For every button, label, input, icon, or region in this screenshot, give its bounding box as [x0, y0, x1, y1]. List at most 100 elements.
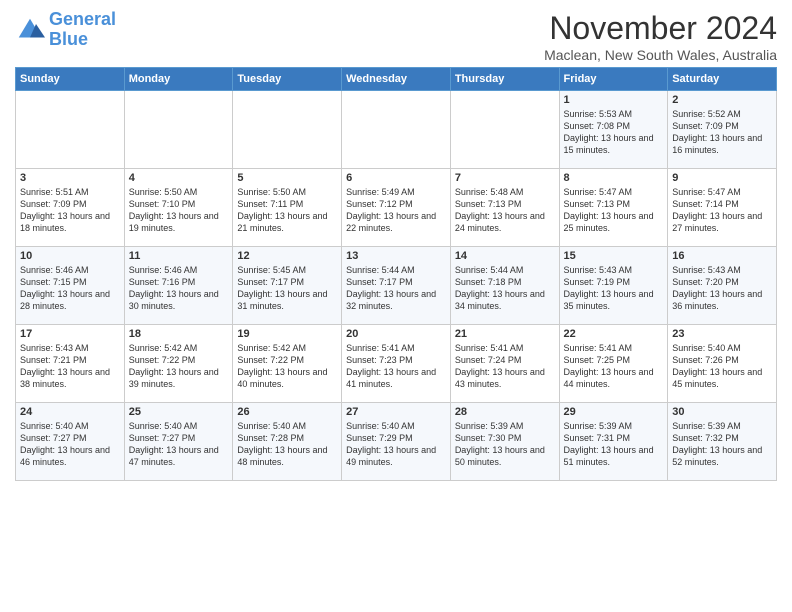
day-info: Sunrise: 5:50 AM Sunset: 7:10 PM Dayligh… [129, 186, 229, 235]
day-cell: 14Sunrise: 5:44 AM Sunset: 7:18 PM Dayli… [450, 247, 559, 325]
header-cell-friday: Friday [559, 68, 668, 91]
day-info: Sunrise: 5:47 AM Sunset: 7:13 PM Dayligh… [564, 186, 664, 235]
day-cell: 6 Sunrise: 5:49 AM Sunset: 7:12 PM Daylig… [342, 169, 451, 247]
day-cell: 9 Sunrise: 5:47 AM Sunset: 7:14 PM Daylig… [668, 169, 777, 247]
header-cell-wednesday: Wednesday [342, 68, 451, 91]
day-number: 26 [237, 406, 337, 418]
header: General Blue November 2024 Maclean, New … [15, 10, 777, 63]
day-info: Sunrise: 5:46 AM Sunset: 7:16 PM Dayligh… [129, 264, 229, 313]
day-number: 29 [564, 406, 664, 418]
day-cell: 11 Sunrise: 5:46 AM Sunset: 7:16 PM Dayli… [124, 247, 233, 325]
day-number: 16 [672, 250, 772, 262]
day-cell: 30Sunrise: 5:39 AM Sunset: 7:32 PM Dayli… [668, 403, 777, 481]
calendar-table: SundayMondayTuesdayWednesdayThursdayFrid… [15, 67, 777, 481]
day-number: 8 [564, 172, 664, 184]
logo-blue: Blue [49, 29, 88, 49]
day-info: Sunrise: 5:41 AM Sunset: 7:23 PM Dayligh… [346, 342, 446, 391]
day-cell: 28 Sunrise: 5:39 AM Sunset: 7:30 PM Dayli… [450, 403, 559, 481]
day-info: Sunrise: 5:42 AM Sunset: 7:22 PM Dayligh… [237, 342, 337, 391]
day-cell [233, 91, 342, 169]
day-info: Sunrise: 5:41 AM Sunset: 7:25 PM Dayligh… [564, 342, 664, 391]
calendar-body: 1 Sunrise: 5:53 AM Sunset: 7:08 PM Daylig… [16, 91, 777, 481]
day-cell: 12Sunrise: 5:45 AM Sunset: 7:17 PM Dayli… [233, 247, 342, 325]
day-cell: 16 Sunrise: 5:43 AM Sunset: 7:20 PM Dayli… [668, 247, 777, 325]
day-cell: 26Sunrise: 5:40 AM Sunset: 7:28 PM Dayli… [233, 403, 342, 481]
day-cell: 7 Sunrise: 5:48 AM Sunset: 7:13 PM Daylig… [450, 169, 559, 247]
logo-general: General [49, 9, 116, 29]
day-number: 9 [672, 172, 772, 184]
page-container: General Blue November 2024 Maclean, New … [0, 0, 792, 486]
day-info: Sunrise: 5:39 AM Sunset: 7:31 PM Dayligh… [564, 420, 664, 469]
day-info: Sunrise: 5:43 AM Sunset: 7:19 PM Dayligh… [564, 264, 664, 313]
day-info: Sunrise: 5:44 AM Sunset: 7:17 PM Dayligh… [346, 264, 446, 313]
header-cell-saturday: Saturday [668, 68, 777, 91]
day-cell: 17Sunrise: 5:43 AM Sunset: 7:21 PM Dayli… [16, 325, 125, 403]
day-info: Sunrise: 5:50 AM Sunset: 7:11 PM Dayligh… [237, 186, 337, 235]
day-number: 6 [346, 172, 446, 184]
day-info: Sunrise: 5:39 AM Sunset: 7:30 PM Dayligh… [455, 420, 555, 469]
day-number: 5 [237, 172, 337, 184]
day-info: Sunrise: 5:39 AM Sunset: 7:32 PM Dayligh… [672, 420, 772, 469]
day-info: Sunrise: 5:53 AM Sunset: 7:08 PM Dayligh… [564, 108, 664, 157]
day-cell: 4Sunrise: 5:50 AM Sunset: 7:10 PM Daylig… [124, 169, 233, 247]
logo: General Blue [15, 10, 116, 50]
day-cell: 2 Sunrise: 5:52 AM Sunset: 7:09 PM Daylig… [668, 91, 777, 169]
day-cell: 8 Sunrise: 5:47 AM Sunset: 7:13 PM Daylig… [559, 169, 668, 247]
week-row-4: 17Sunrise: 5:43 AM Sunset: 7:21 PM Dayli… [16, 325, 777, 403]
day-cell: 1 Sunrise: 5:53 AM Sunset: 7:08 PM Daylig… [559, 91, 668, 169]
day-number: 22 [564, 328, 664, 340]
day-cell [16, 91, 125, 169]
day-info: Sunrise: 5:47 AM Sunset: 7:14 PM Dayligh… [672, 186, 772, 235]
day-number: 24 [20, 406, 120, 418]
week-row-1: 1 Sunrise: 5:53 AM Sunset: 7:08 PM Daylig… [16, 91, 777, 169]
day-info: Sunrise: 5:44 AM Sunset: 7:18 PM Dayligh… [455, 264, 555, 313]
day-number: 15 [564, 250, 664, 262]
day-cell: 13 Sunrise: 5:44 AM Sunset: 7:17 PM Dayli… [342, 247, 451, 325]
day-info: Sunrise: 5:40 AM Sunset: 7:26 PM Dayligh… [672, 342, 772, 391]
day-number: 18 [129, 328, 229, 340]
day-cell: 5 Sunrise: 5:50 AM Sunset: 7:11 PM Daylig… [233, 169, 342, 247]
day-cell [124, 91, 233, 169]
day-info: Sunrise: 5:51 AM Sunset: 7:09 PM Dayligh… [20, 186, 120, 235]
day-info: Sunrise: 5:40 AM Sunset: 7:27 PM Dayligh… [20, 420, 120, 469]
header-cell-tuesday: Tuesday [233, 68, 342, 91]
day-cell: 22 Sunrise: 5:41 AM Sunset: 7:25 PM Dayli… [559, 325, 668, 403]
day-cell: 20Sunrise: 5:41 AM Sunset: 7:23 PM Dayli… [342, 325, 451, 403]
day-number: 10 [20, 250, 120, 262]
day-number: 21 [455, 328, 555, 340]
day-cell: 27Sunrise: 5:40 AM Sunset: 7:29 PM Dayli… [342, 403, 451, 481]
day-info: Sunrise: 5:49 AM Sunset: 7:12 PM Dayligh… [346, 186, 446, 235]
day-info: Sunrise: 5:48 AM Sunset: 7:13 PM Dayligh… [455, 186, 555, 235]
day-number: 13 [346, 250, 446, 262]
title-block: November 2024 Maclean, New South Wales, … [544, 10, 777, 63]
day-info: Sunrise: 5:41 AM Sunset: 7:24 PM Dayligh… [455, 342, 555, 391]
day-cell [342, 91, 451, 169]
day-info: Sunrise: 5:40 AM Sunset: 7:29 PM Dayligh… [346, 420, 446, 469]
day-number: 17 [20, 328, 120, 340]
day-number: 1 [564, 94, 664, 106]
day-cell: 29 Sunrise: 5:39 AM Sunset: 7:31 PM Dayli… [559, 403, 668, 481]
day-info: Sunrise: 5:52 AM Sunset: 7:09 PM Dayligh… [672, 108, 772, 157]
day-number: 2 [672, 94, 772, 106]
day-number: 11 [129, 250, 229, 262]
header-cell-sunday: Sunday [16, 68, 125, 91]
day-cell: 19Sunrise: 5:42 AM Sunset: 7:22 PM Dayli… [233, 325, 342, 403]
day-cell: 18Sunrise: 5:42 AM Sunset: 7:22 PM Dayli… [124, 325, 233, 403]
day-number: 3 [20, 172, 120, 184]
header-cell-monday: Monday [124, 68, 233, 91]
day-cell: 10Sunrise: 5:46 AM Sunset: 7:15 PM Dayli… [16, 247, 125, 325]
day-number: 7 [455, 172, 555, 184]
day-cell: 15 Sunrise: 5:43 AM Sunset: 7:19 PM Dayli… [559, 247, 668, 325]
day-cell: 3 Sunrise: 5:51 AM Sunset: 7:09 PM Daylig… [16, 169, 125, 247]
day-cell: 23Sunrise: 5:40 AM Sunset: 7:26 PM Dayli… [668, 325, 777, 403]
week-row-3: 10Sunrise: 5:46 AM Sunset: 7:15 PM Dayli… [16, 247, 777, 325]
day-number: 28 [455, 406, 555, 418]
header-cell-thursday: Thursday [450, 68, 559, 91]
logo-text: General Blue [49, 10, 116, 50]
day-info: Sunrise: 5:40 AM Sunset: 7:27 PM Dayligh… [129, 420, 229, 469]
day-cell: 24 Sunrise: 5:40 AM Sunset: 7:27 PM Dayli… [16, 403, 125, 481]
day-info: Sunrise: 5:43 AM Sunset: 7:20 PM Dayligh… [672, 264, 772, 313]
day-cell [450, 91, 559, 169]
subtitle: Maclean, New South Wales, Australia [544, 47, 777, 63]
week-row-5: 24 Sunrise: 5:40 AM Sunset: 7:27 PM Dayli… [16, 403, 777, 481]
